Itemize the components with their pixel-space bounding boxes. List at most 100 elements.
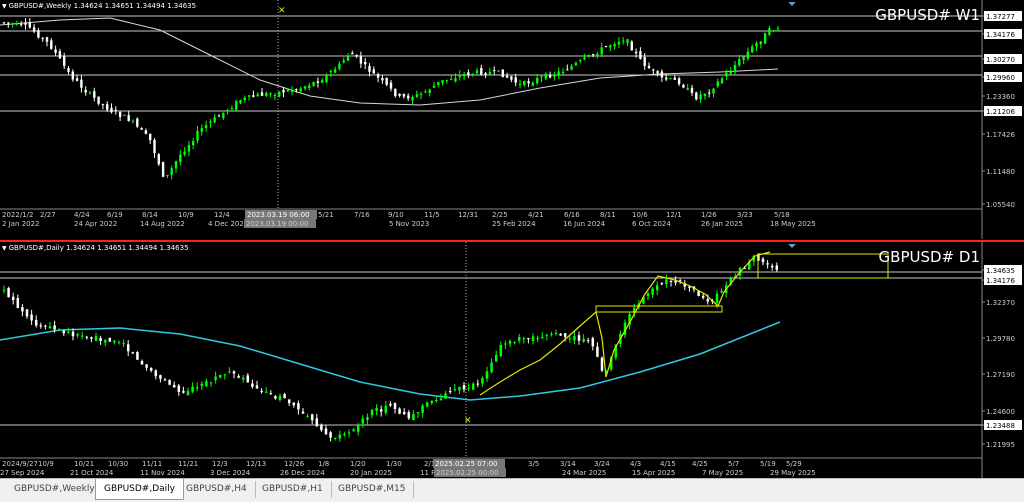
collapse-triangle-icon[interactable]: ▼	[2, 245, 7, 252]
candle-body	[80, 79, 83, 88]
candle-body	[476, 383, 480, 385]
candle-body	[209, 121, 212, 123]
candle-body	[766, 263, 769, 265]
candle-body	[58, 51, 62, 59]
candle-body	[729, 70, 732, 74]
candle-body	[308, 85, 311, 88]
candle-body	[665, 279, 668, 284]
candle-body	[699, 94, 702, 100]
candle-body	[720, 78, 724, 84]
candle-body	[179, 154, 182, 163]
candle-body	[187, 144, 191, 152]
candle-body	[389, 403, 392, 406]
candle-body	[145, 364, 148, 368]
weekly-chart-header: ▼ GBPUSD#,Weekly 1.34624 1.34651 1.34494 …	[2, 2, 197, 10]
grid-label: 5/21	[318, 211, 334, 219]
candle-body	[213, 117, 216, 123]
candle-body	[475, 70, 479, 74]
price-label: 1.23488	[986, 422, 1015, 430]
candle-body	[448, 391, 452, 393]
tab-m15[interactable]: GBPUSD#,M15	[330, 481, 415, 498]
candle-body	[574, 62, 578, 66]
candle-body	[255, 385, 259, 389]
candle-body	[205, 381, 208, 387]
candle-body	[441, 80, 444, 84]
candle-body	[385, 77, 388, 85]
time-label: 24 Apr 2022	[74, 220, 117, 228]
grid-label: 10/30	[108, 460, 128, 468]
current-bar-marker	[788, 2, 796, 6]
candle-body	[159, 375, 162, 379]
candle-body	[99, 338, 102, 341]
candle-body	[553, 74, 556, 77]
price-label: 1.34176	[986, 31, 1015, 39]
candle-body	[264, 391, 268, 393]
candle-body	[540, 76, 543, 78]
candle-body	[458, 74, 461, 78]
daily-chart-canvas[interactable]: 1.34635 1.34176 1.32370 1.29780 1.27190 1.246…	[0, 242, 1024, 478]
time-label: 7 May 2025	[702, 469, 743, 477]
candle-body	[504, 343, 507, 345]
candle-body	[223, 374, 227, 376]
grid-label: 4/24	[74, 211, 90, 219]
price-label: 1.23360	[986, 93, 1015, 101]
candle-body	[775, 265, 779, 270]
price-label: 1.27190	[986, 371, 1015, 379]
time-label: 20 Jan 2025	[350, 469, 392, 477]
candle-body	[106, 104, 109, 110]
time-label: 4 Dec 2022	[208, 220, 248, 228]
tab-h4[interactable]: GBPUSD#,H4	[178, 481, 256, 498]
candle-body	[217, 115, 221, 117]
candle-body	[218, 375, 222, 378]
candle-body	[411, 96, 414, 101]
candle-body	[600, 357, 604, 371]
price-label: 1.11480	[986, 168, 1015, 176]
candle-body	[755, 43, 758, 47]
candle-body	[299, 88, 302, 92]
candle-body	[239, 100, 242, 104]
grid-label: 8/14	[142, 211, 158, 219]
candle-body	[510, 76, 513, 80]
candle-body	[241, 377, 245, 380]
candle-body	[297, 403, 300, 410]
weekly-chart-window[interactable]: 1.37277 1.34176 1.30270 1.29960 1.23360 1.212…	[0, 0, 1024, 239]
candle-body	[432, 85, 436, 88]
candle-body	[665, 77, 668, 80]
time-label: 2023.03.19 00:00	[246, 220, 308, 228]
grid-label: 10/9	[178, 211, 194, 219]
candle-body	[356, 424, 360, 432]
time-label: 15 Apr 2025	[632, 469, 675, 477]
collapse-triangle-icon[interactable]: ▼	[2, 3, 7, 10]
candle-body	[316, 81, 320, 83]
candle-body	[351, 52, 354, 55]
candle-body	[243, 97, 246, 101]
candle-body	[338, 434, 342, 439]
candle-body	[402, 411, 406, 415]
daily-chart-window[interactable]: 1.34635 1.34176 1.32370 1.29780 1.27190 1.246…	[0, 240, 1024, 478]
candle-body	[41, 37, 44, 39]
candle-body	[57, 329, 61, 331]
candle-body	[11, 296, 15, 301]
candle-body	[338, 63, 341, 70]
candle-body	[256, 94, 259, 97]
candle-body	[544, 73, 547, 79]
time-label: 11 Nov 2024	[140, 469, 185, 477]
candle-body	[505, 75, 509, 78]
grid-label: 1/26	[701, 211, 717, 219]
candle-body	[617, 41, 621, 45]
tab-h1[interactable]: GBPUSD#,H1	[254, 481, 332, 498]
candle-body	[686, 88, 689, 90]
grid-label: 12/4	[214, 211, 230, 219]
candle-body	[514, 77, 517, 83]
candle-body	[329, 432, 332, 438]
tab-daily[interactable]: GBPUSD#,Daily	[95, 479, 184, 500]
weekly-chart-canvas[interactable]: 1.37277 1.34176 1.30270 1.29960 1.23360 1.212…	[0, 0, 1024, 239]
candle-body	[67, 331, 70, 333]
tab-weekly[interactable]: GBPUSD#,Weekly	[6, 481, 104, 498]
candle-body	[379, 409, 383, 412]
grid-label: 5/18	[774, 211, 790, 219]
candle-body	[389, 82, 393, 89]
candle-body	[37, 30, 40, 38]
time-label: 27 Sep 2024	[0, 469, 45, 477]
candle-body	[568, 338, 572, 340]
